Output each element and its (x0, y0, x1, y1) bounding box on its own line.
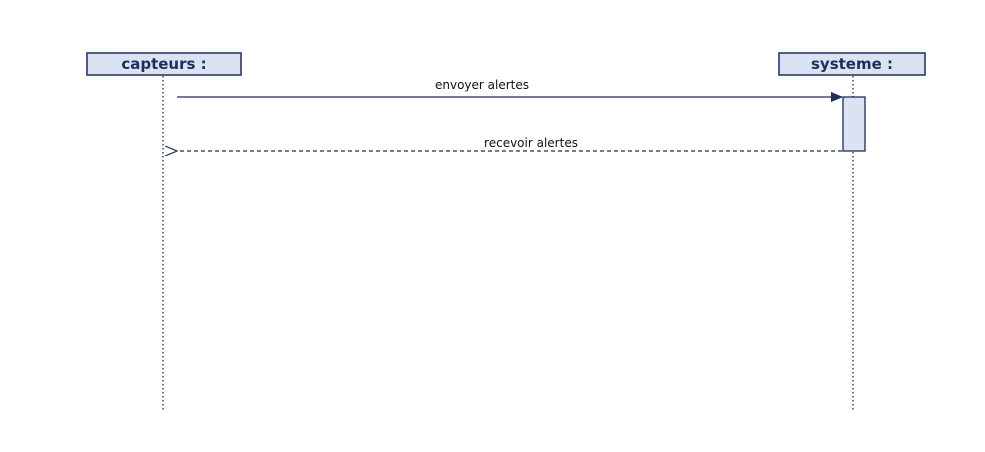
message-label-recevoir-alertes: recevoir alertes (484, 136, 578, 150)
message-recevoir-alertes: recevoir alertes (177, 136, 842, 151)
activation-bar-systeme (842, 96, 866, 152)
message-label-envoyer-alertes: envoyer alertes (435, 78, 529, 92)
participant-systeme: systeme : (778, 52, 926, 76)
participant-label-capteurs: capteurs : (121, 55, 206, 73)
participant-label-systeme: systeme : (811, 55, 893, 73)
participant-capteurs: capteurs : (86, 52, 242, 76)
message-envoyer-alertes: envoyer alertes (177, 78, 843, 102)
sequence-diagram: capteurs : systeme : envoyer alertes rec… (86, 52, 926, 410)
